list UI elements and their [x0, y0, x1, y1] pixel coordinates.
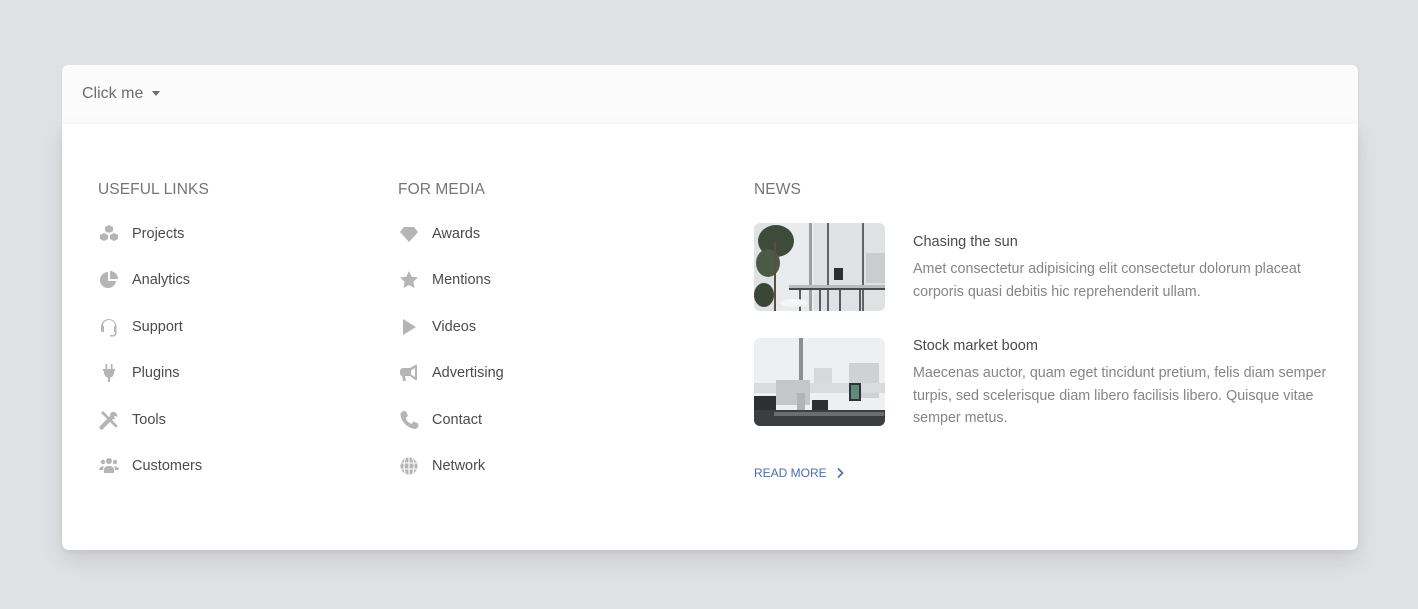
useful-links-list: Projects Analytics Support Plugins Tools… — [98, 223, 358, 477]
read-more-label: READ MORE — [754, 465, 827, 480]
play-icon — [398, 317, 419, 337]
for-media-heading: FOR MEDIA — [398, 181, 486, 198]
menu-link-videos[interactable]: Videos — [398, 316, 698, 338]
headset-icon — [98, 317, 119, 337]
menu-link-label: Customers — [132, 457, 203, 474]
news-title[interactable]: Chasing the sun — [913, 234, 1329, 250]
dropdown-toggle-label: Click me — [82, 85, 144, 102]
office-balcony-plants-photo[interactable] — [754, 223, 885, 311]
menu-link-label: Plugins — [132, 365, 180, 382]
news-column: NEWS Chasing the sun Amet consectetur ad… — [754, 180, 1334, 482]
menu-link-contact[interactable]: Contact — [398, 409, 698, 431]
navbar: Click me — [62, 65, 1358, 124]
plug-icon — [98, 363, 119, 383]
menu-link-network[interactable]: Network — [398, 455, 698, 477]
globe-icon — [398, 456, 419, 476]
menu-link-awards[interactable]: Awards — [398, 223, 698, 245]
chevron-right-icon — [837, 467, 844, 478]
news-title[interactable]: Stock market boom — [913, 338, 1329, 354]
bullhorn-icon — [398, 363, 419, 383]
menu-link-label: Network — [432, 457, 486, 474]
star-icon — [398, 270, 419, 290]
menu-link-label: Awards — [432, 226, 481, 242]
users-icon — [98, 456, 119, 476]
menu-link-analytics[interactable]: Analytics — [98, 269, 358, 291]
menu-link-label: Support — [132, 318, 183, 335]
menu-link-label: Analytics — [132, 272, 191, 289]
dropdown-toggle-button[interactable]: Click me — [82, 85, 161, 103]
mega-menu-dropdown: USEFUL LINKS Projects Analytics Support — [62, 124, 1358, 550]
menu-link-label: Advertising — [432, 365, 504, 382]
menu-link-advertising[interactable]: Advertising — [398, 362, 698, 384]
menu-link-tools[interactable]: Tools — [98, 409, 358, 431]
chart-pie-icon — [98, 270, 119, 290]
phone-icon — [398, 410, 419, 430]
news-description: Maecenas auctor, quam eget tincidunt pre… — [913, 365, 1327, 426]
menu-link-label: Mentions — [432, 272, 491, 289]
menu-link-label: Contact — [432, 411, 482, 428]
office-desk-computer-photo[interactable] — [754, 338, 885, 426]
news-description: Amet consectetur adipisicing elit consec… — [913, 261, 1301, 300]
news-item: Chasing the sun Amet consectetur adipisi… — [754, 223, 1334, 311]
cubes-icon — [98, 224, 119, 244]
news-text: Stock market boom Maecenas auctor, quam … — [913, 338, 1329, 430]
gem-icon — [398, 224, 419, 244]
news-item: Stock market boom Maecenas auctor, quam … — [754, 338, 1334, 430]
news-heading: NEWS — [754, 181, 801, 198]
caret-down-icon — [152, 90, 161, 96]
tools-icon — [98, 410, 119, 430]
useful-links-heading: USEFUL LINKS — [98, 181, 209, 198]
menu-link-projects[interactable]: Projects — [98, 223, 358, 245]
menu-link-customers[interactable]: Customers — [98, 455, 358, 477]
menu-link-label: Videos — [432, 318, 477, 335]
read-more-link[interactable]: READ MORE — [754, 466, 845, 480]
menu-link-label: Tools — [132, 411, 166, 428]
menu-link-plugins[interactable]: Plugins — [98, 362, 358, 384]
menu-link-support[interactable]: Support — [98, 316, 358, 338]
for-media-column: FOR MEDIA Awards Mentions Videos Adverti… — [398, 180, 698, 501]
for-media-list: Awards Mentions Videos Advertising Conta… — [398, 223, 698, 477]
menu-link-label: Projects — [132, 226, 185, 242]
menu-link-mentions[interactable]: Mentions — [398, 269, 698, 291]
news-text: Chasing the sun Amet consectetur adipisi… — [913, 223, 1329, 311]
useful-links-column: USEFUL LINKS Projects Analytics Support — [98, 180, 358, 501]
